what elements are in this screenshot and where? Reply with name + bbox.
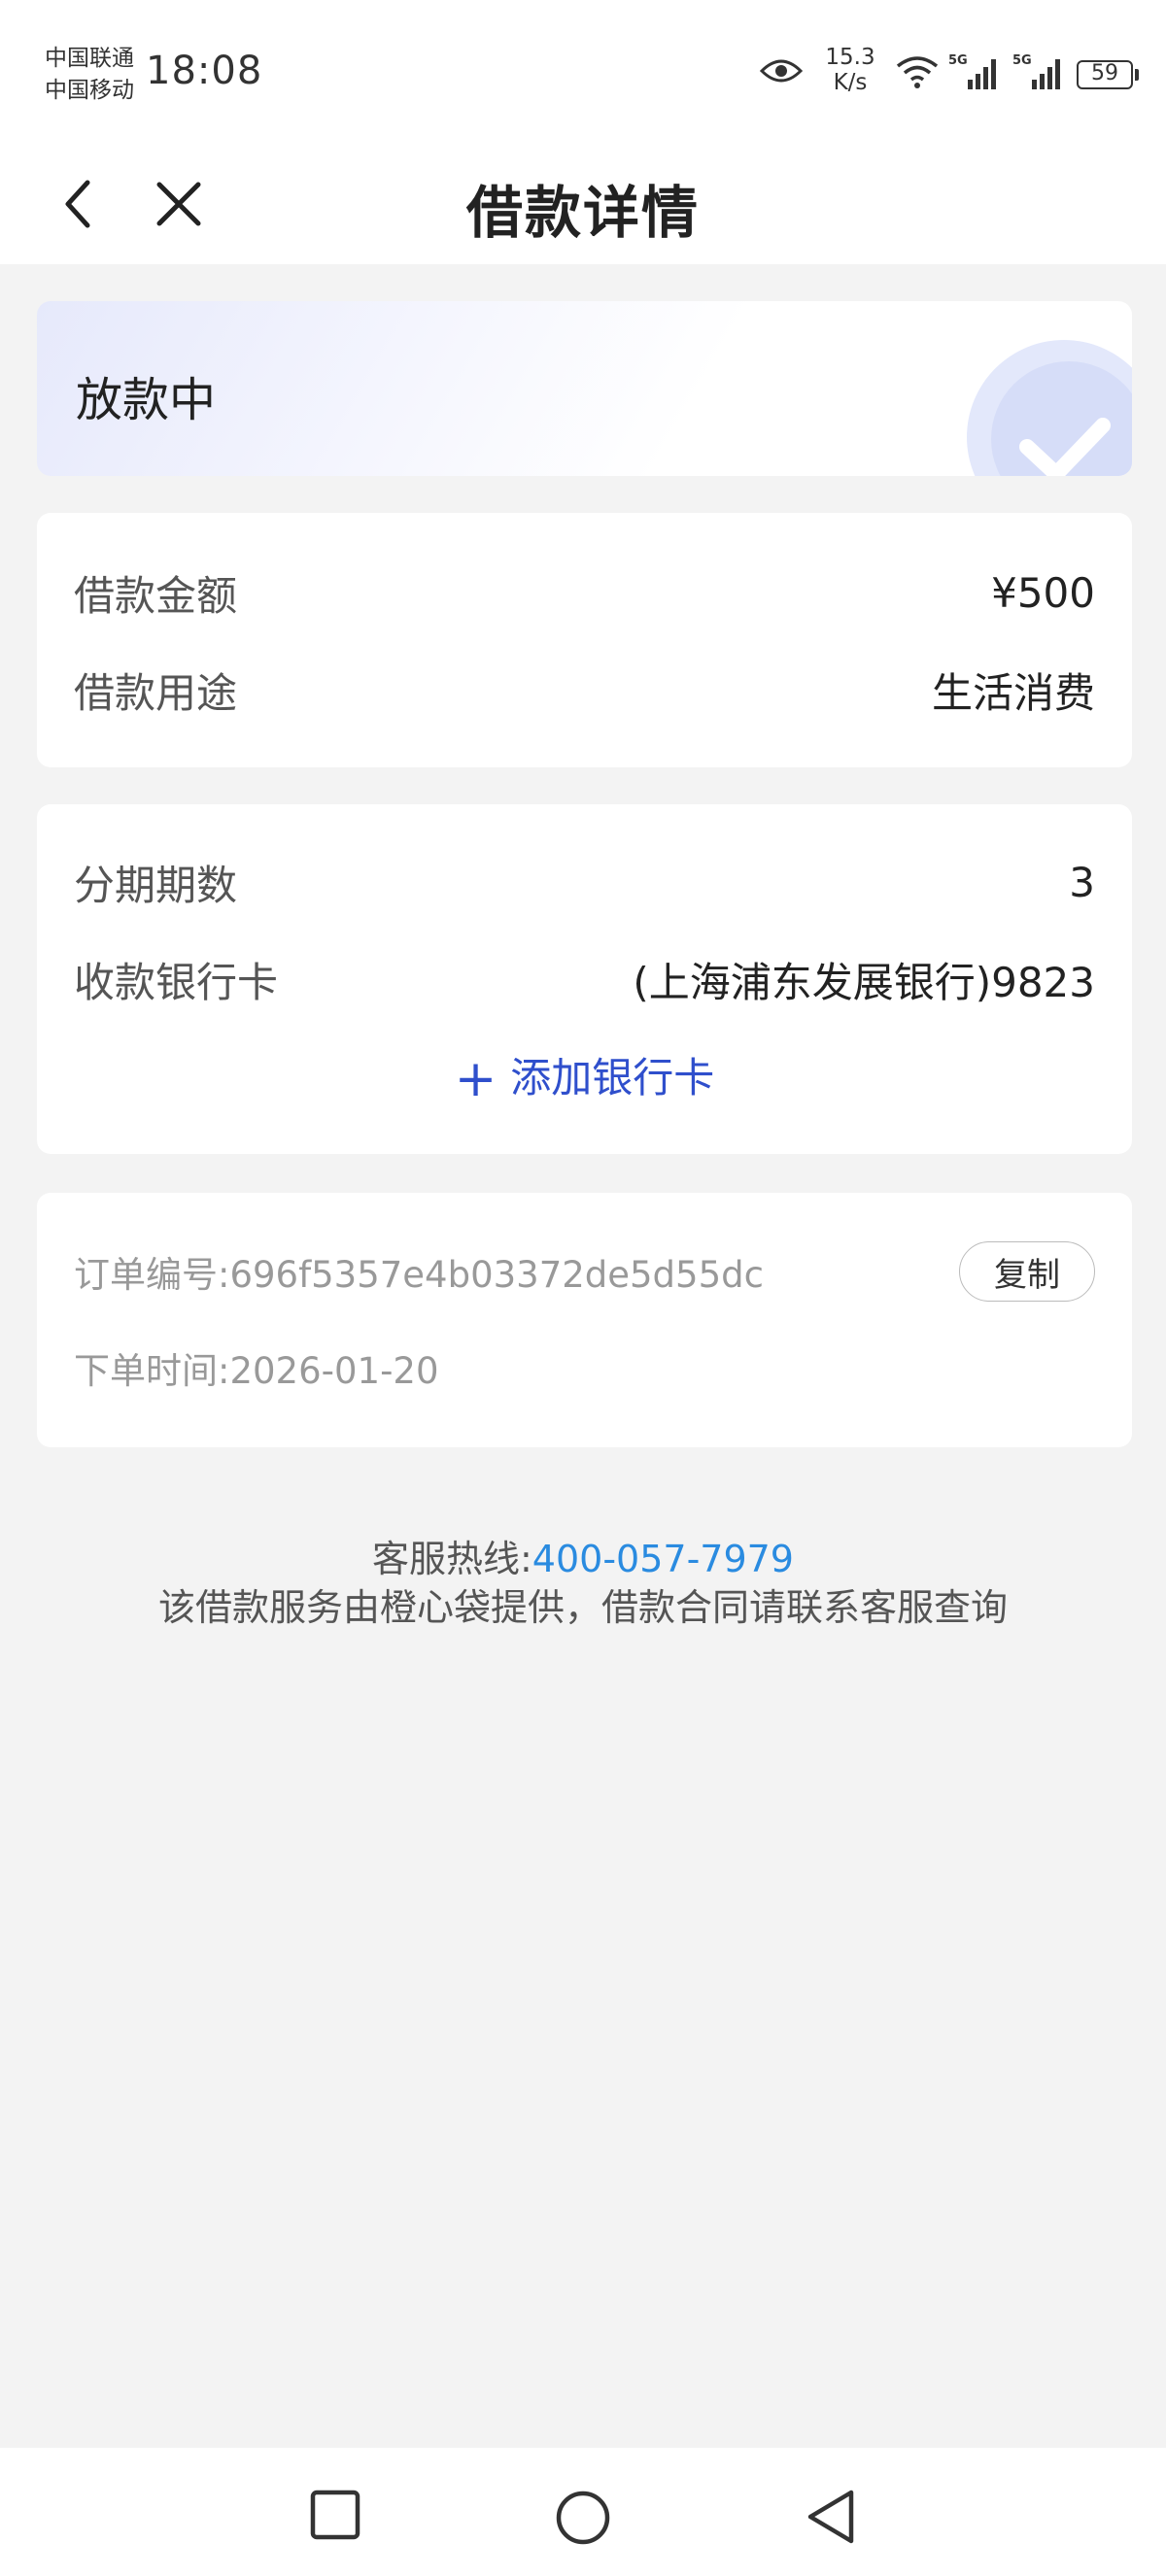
hotline-number-link[interactable]: 400-057-7979: [532, 1538, 794, 1580]
order-number-value: 696f5357e4b03372de5d55dc: [229, 1254, 764, 1296]
copy-button[interactable]: 复制: [959, 1241, 1095, 1302]
service-notice: 该借款服务由橙心袋提供，借款合同请联系客服查询: [157, 1586, 1008, 1629]
footer-info: 客服热线:400-057-7979 该借款服务由橙心袋提供，借款合同请联系客服查…: [0, 1535, 1166, 1632]
hotline-label: 客服热线:: [371, 1538, 532, 1580]
status-bar: 中国联通 中国移动 18:08 15.3 K/s 5G 5G 59: [0, 0, 1166, 146]
order-number: 订单编号:696f5357e4b03372de5d55dc: [74, 1245, 764, 1298]
loan-status: 放款中: [76, 373, 217, 427]
loan-purpose-label: 借款用途: [74, 668, 238, 717]
signal-icon: 5G: [1012, 51, 1071, 99]
order-time-value: 2026-01-20: [229, 1350, 439, 1392]
bank-card-value: (上海浦东发展银行)9823: [633, 958, 1095, 1006]
hotline-line: 客服热线:400-057-7979: [0, 1535, 1166, 1583]
check-circle-icon: [967, 340, 1132, 476]
add-bank-card-button[interactable]: + 添加银行卡: [37, 1045, 1132, 1108]
net-speed-value: 15.3: [825, 45, 875, 70]
system-nav-bar: [0, 2448, 1166, 2576]
installment-periods-value: 3: [1069, 858, 1095, 906]
page-title: 借款详情: [465, 180, 700, 246]
back-triangle-icon[interactable]: [803, 2487, 859, 2547]
network-type-2: 5G: [1012, 53, 1032, 68]
carrier-1: 中国联通: [45, 46, 134, 71]
installment-card: 分期期数 3 收款银行卡 (上海浦东发展银行)9823 + 添加银行卡: [37, 804, 1132, 1154]
wifi-icon: [896, 56, 939, 88]
loan-purpose-value: 生活消费: [931, 668, 1095, 717]
carrier-info: 中国联通 中国移动: [45, 43, 134, 107]
loan-amount-label: 借款金额: [74, 571, 238, 620]
eye-icon: [760, 59, 803, 83]
header: 借款详情: [0, 146, 1166, 264]
net-speed: 15.3 K/s: [816, 45, 884, 95]
order-time: 下单时间:2026-01-20: [74, 1341, 439, 1394]
network-type-1: 5G: [948, 53, 968, 68]
bank-card-row[interactable]: 收款银行卡 (上海浦东发展银行)9823: [74, 950, 1095, 1008]
installment-periods-row: 分期期数 3: [74, 853, 1095, 911]
order-number-row: 订单编号:696f5357e4b03372de5d55dc 复制: [74, 1239, 1095, 1304]
plus-icon: +: [454, 1050, 497, 1108]
recent-apps-icon[interactable]: [309, 2489, 361, 2541]
order-number-label: 订单编号:: [74, 1254, 230, 1296]
bank-card-label: 收款银行卡: [74, 958, 279, 1006]
net-speed-unit: K/s: [833, 70, 868, 95]
status-icons: 15.3 K/s 5G 5G 59: [738, 39, 1166, 107]
order-time-row: 下单时间:2026-01-20: [74, 1339, 1095, 1397]
order-time-label: 下单时间:: [74, 1350, 230, 1392]
installment-periods-label: 分期期数: [74, 861, 238, 909]
add-bank-card-label: 添加银行卡: [510, 1054, 715, 1102]
loan-amount-value: ¥500: [991, 568, 1095, 617]
carrier-2: 中国移动: [45, 78, 134, 103]
status-time: 18:08: [146, 49, 263, 93]
loan-status-card: 放款中: [37, 301, 1132, 476]
signal-icon: 5G: [948, 51, 1007, 99]
loan-amount-row: 借款金额 ¥500: [74, 563, 1095, 622]
loan-purpose-row: 借款用途 生活消费: [74, 661, 1095, 719]
loan-info-card: 借款金额 ¥500 借款用途 生活消费: [37, 513, 1132, 767]
battery-indicator: 59: [1077, 60, 1139, 89]
order-info-card: 订单编号:696f5357e4b03372de5d55dc 复制 下单时间:20…: [37, 1193, 1132, 1447]
home-icon[interactable]: [554, 2489, 612, 2547]
